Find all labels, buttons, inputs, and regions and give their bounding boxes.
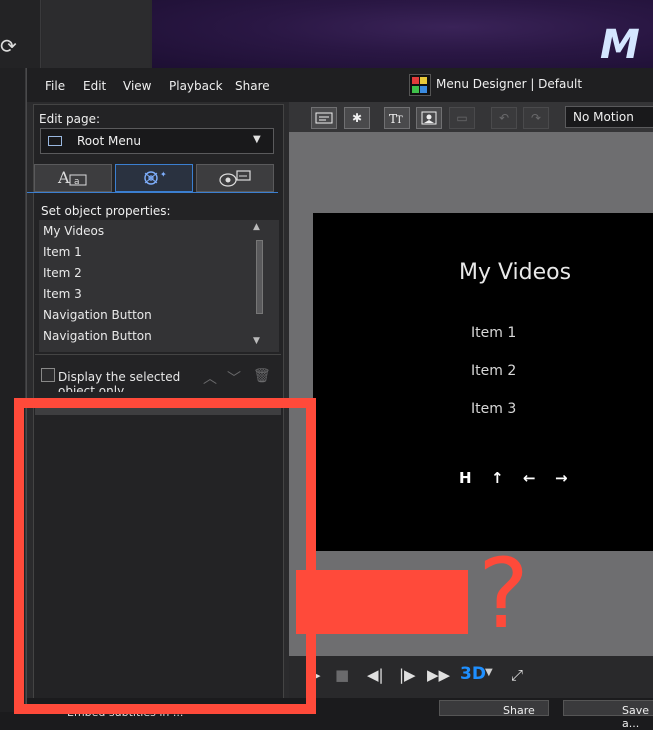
object-list: My Videos Item 1 Item 2 Item 3 Navigatio… [39, 220, 279, 352]
3d-toggle-button[interactable]: 3D [460, 664, 486, 684]
menu-share[interactable]: Share [235, 79, 270, 93]
menu-edit[interactable]: Edit [83, 79, 106, 93]
home-nav-button[interactable]: H [459, 469, 472, 487]
list-item[interactable]: Item 1 [43, 245, 82, 259]
scroll-up-icon[interactable]: ▲ [253, 222, 260, 232]
motion-select-value: No Motion [573, 110, 634, 124]
list-item[interactable]: Navigation Button [43, 329, 152, 343]
redo-icon[interactable]: ↷ [523, 107, 549, 129]
delete-icon[interactable]: 🗑 [253, 368, 271, 384]
navigation-link-icon [219, 170, 251, 187]
menu-preview-canvas[interactable]: My Videos Item 1 Item 2 Item 3 H ↑ ← → [313, 213, 653, 551]
preview-menu-title[interactable]: My Videos [459, 260, 571, 285]
add-text-icon[interactable]: TT [384, 107, 410, 129]
title-bar: File Edit View Playback Share Menu Desig… [27, 68, 653, 102]
chevron-down-icon[interactable]: ▼ [485, 667, 493, 678]
menu-file[interactable]: File [45, 79, 65, 93]
move-up-icon[interactable]: ︿ [203, 368, 217, 388]
undo-icon[interactable]: ↶ [491, 107, 517, 129]
list-item[interactable]: Item 2 [43, 266, 82, 280]
background-middle-column [42, 0, 150, 68]
preview-menu-item[interactable]: Item 3 [471, 401, 516, 417]
scrollbar-thumb[interactable] [256, 240, 263, 314]
window-title: Menu Designer | Default [436, 77, 583, 91]
share-button-label: Share [503, 704, 535, 717]
display-selected-checkbox[interactable] [41, 368, 55, 382]
add-button-icon[interactable] [311, 107, 337, 129]
motion-select[interactable]: No Motion [565, 106, 653, 128]
display-selected-label: Display the selected object only [58, 370, 181, 392]
fast-forward-icon[interactable]: ▶▶ [427, 666, 450, 684]
page-select-value: Root Menu [77, 134, 141, 148]
svg-text:A: A [57, 168, 70, 187]
list-item[interactable]: Item 3 [43, 287, 82, 301]
text-properties-icon: A a [57, 168, 87, 187]
edit-page-label: Edit page: [39, 112, 101, 126]
fullscreen-icon[interactable]: ⤢ [511, 666, 523, 684]
stop-icon[interactable]: ■ [335, 666, 349, 684]
svg-text:T: T [396, 115, 403, 125]
svg-text:✦: ✦ [160, 170, 167, 179]
refresh-icon[interactable]: ⟳ [0, 34, 20, 58]
move-down-icon[interactable]: ﹀ [227, 368, 241, 388]
effects-icon: ✦ [144, 170, 167, 185]
svg-text:a: a [74, 177, 80, 187]
tabs-divider [27, 192, 278, 193]
background-video-logo: M [600, 22, 640, 68]
list-item[interactable]: My Videos [43, 224, 104, 238]
tab-navigation-links[interactable] [196, 164, 274, 192]
tab-text-properties[interactable]: A a [34, 164, 112, 192]
preview-menu-item[interactable]: Item 1 [471, 325, 516, 341]
up-arrow-icon[interactable]: ↑ [491, 469, 504, 487]
tab-effects[interactable]: ✦ [115, 164, 193, 192]
left-arrow-icon[interactable]: ← [523, 469, 536, 487]
right-arrow-icon[interactable]: → [555, 469, 568, 487]
list-item[interactable]: Navigation Button [43, 308, 152, 322]
menu-view[interactable]: View [123, 79, 151, 93]
scroll-down-icon[interactable]: ▼ [253, 336, 260, 346]
align-icon[interactable]: ▭ [449, 107, 475, 129]
app-logo-icon [409, 74, 431, 96]
annotation-highlight-box [14, 398, 316, 714]
annotation-arrow-bar [296, 570, 468, 634]
menu-playback[interactable]: Playback [169, 79, 223, 93]
page-select[interactable]: Root Menu ▼ [40, 128, 274, 154]
divider [35, 354, 281, 355]
background-video-thumbnail [152, 0, 653, 68]
menu-page-icon [48, 136, 62, 146]
next-icon[interactable]: |▶ [399, 666, 416, 684]
previous-icon[interactable]: ◀| [367, 666, 384, 684]
annotation-question-mark: ? [478, 538, 529, 650]
object-properties-label: Set object properties: [41, 204, 171, 218]
preview-menu-item[interactable]: Item 2 [471, 363, 516, 379]
save-button-label: Save a... [622, 704, 650, 730]
chevron-down-icon: ▼ [253, 134, 261, 145]
add-image-icon[interactable] [416, 107, 442, 129]
add-effect-icon[interactable]: ✱ [344, 107, 370, 129]
